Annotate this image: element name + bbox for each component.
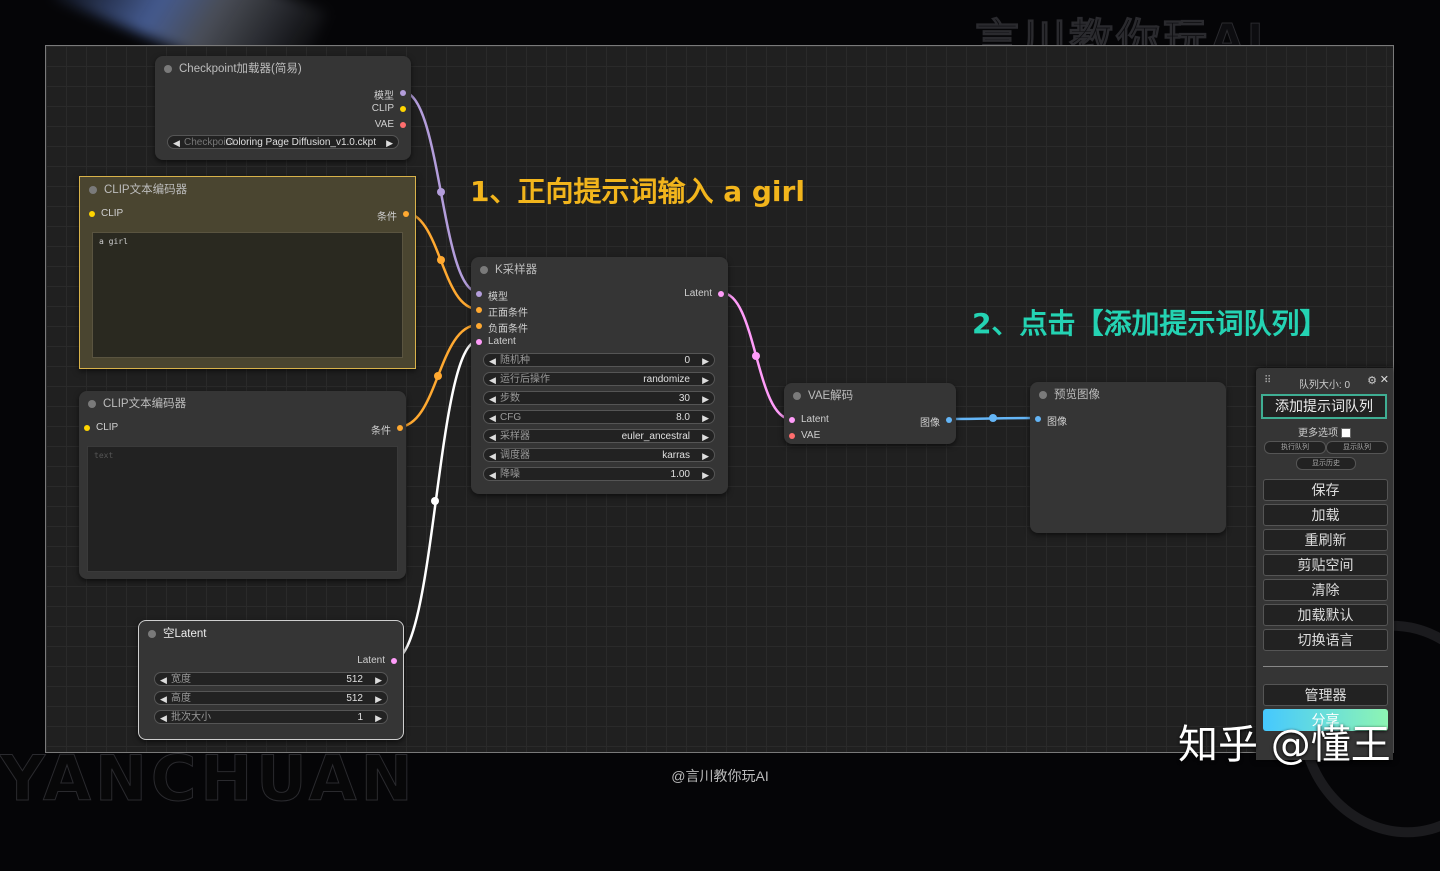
refresh-button[interactable]: 重刷新 [1263, 529, 1388, 551]
view-queue-button[interactable]: 显示队列 [1326, 441, 1388, 454]
save-button[interactable]: 保存 [1263, 479, 1388, 501]
output-conditioning[interactable]: 条件 [377, 208, 409, 223]
view-history-button[interactable]: 显示历史 [1296, 457, 1356, 470]
node-title: Checkpoint加载器(简易) [155, 56, 411, 82]
widget-steps[interactable]: ◀ 步数 30 ▶ [483, 391, 715, 405]
input-clip[interactable]: CLIP [82, 422, 118, 433]
switch-language-button[interactable]: 切换语言 [1263, 629, 1388, 651]
widget-width[interactable]: ◀ 宽度 512 ▶ [154, 672, 388, 686]
node-title: CLIP文本编码器 [80, 177, 415, 203]
input-clip[interactable]: CLIP [87, 208, 123, 219]
zhihu-watermark: 知乎 @懂王 [1178, 722, 1391, 768]
input-positive[interactable]: 正面条件 [474, 304, 528, 319]
gear-icon[interactable]: ⚙ [1367, 374, 1377, 387]
widget-scheduler[interactable]: ◀ 调度器 karras ▶ [483, 448, 715, 462]
node-title: CLIP文本编码器 [79, 391, 406, 417]
node-vae-decode[interactable]: VAE解码 Latent VAE 图像 [784, 383, 956, 444]
node-title: 空Latent [139, 621, 403, 647]
node-empty-latent[interactable]: 空Latent Latent ◀ 宽度 512 ▶ ◀ 高度 512 ▶ ◀ 批次大小 1 ▶ [138, 620, 404, 740]
output-latent[interactable]: Latent [357, 655, 397, 666]
input-image[interactable]: 图像 [1033, 413, 1067, 428]
annotation-step2: 2、点击【添加提示词队列】 [972, 307, 1328, 340]
divider [1263, 666, 1388, 667]
widget-batch-size[interactable]: ◀ 批次大小 1 ▶ [154, 710, 388, 724]
node-ksampler[interactable]: K采样器 模型 正面条件 负面条件 Latent Latent ◀ 随机种 0 ▶ ◀… [471, 257, 728, 494]
node-clip-text-encode-negative[interactable]: CLIP文本编码器 CLIP 条件 text [79, 391, 406, 579]
view-queue-run-button[interactable]: 执行队列 [1264, 441, 1326, 454]
node-title: 预览图像 [1030, 382, 1226, 408]
prompt-textarea[interactable]: text [87, 446, 398, 572]
widget-height[interactable]: ◀ 高度 512 ▶ [154, 691, 388, 705]
node-title: VAE解码 [784, 383, 956, 409]
arrow-left-icon[interactable]: ◀ [173, 136, 180, 150]
node-title: K采样器 [471, 257, 728, 283]
widget-sampler[interactable]: ◀ 采样器 euler_ancestral ▶ [483, 429, 715, 443]
input-model[interactable]: 模型 [474, 288, 508, 303]
output-image[interactable]: 图像 [920, 414, 952, 429]
output-latent[interactable]: Latent [684, 288, 724, 299]
queue-prompt-button[interactable]: 添加提示词队列 [1261, 394, 1387, 419]
side-menu: ⠿ 队列大小: 0 ⚙ ✕ 添加提示词队列 更多选项 执行队列 显示队列 显示历… [1256, 368, 1393, 760]
input-latent[interactable]: Latent [787, 414, 829, 425]
load-button[interactable]: 加载 [1263, 504, 1388, 526]
widget-seed[interactable]: ◀ 随机种 0 ▶ [483, 353, 715, 367]
checkbox[interactable] [1341, 428, 1351, 439]
manager-button[interactable]: 管理器 [1263, 684, 1388, 706]
prompt-textarea[interactable]: a girl [92, 232, 403, 358]
node-clip-text-encode-positive[interactable]: CLIP文本编码器 CLIP 条件 a girl [79, 176, 416, 369]
input-vae[interactable]: VAE [787, 430, 820, 441]
annotation-step1: 1、正向提示词输入 a girl [470, 175, 805, 208]
output-vae[interactable]: VAE [375, 119, 406, 130]
input-latent[interactable]: Latent [474, 336, 516, 347]
load-default-button[interactable]: 加载默认 [1263, 604, 1388, 626]
node-checkpoint-loader[interactable]: Checkpoint加载器(简易) 模型 CLIP VAE ◀ Checkpoi… [155, 56, 411, 160]
collapse-dot-icon[interactable] [164, 65, 172, 73]
output-model[interactable]: 模型 [374, 87, 406, 102]
credit-text: @言川教你玩AI [671, 768, 769, 784]
more-options-toggle[interactable]: 更多选项 [1256, 424, 1393, 439]
workflow-canvas[interactable]: Checkpoint加载器(简易) 模型 CLIP VAE ◀ Checkpoi… [45, 45, 1394, 753]
widget-control-after-generate[interactable]: ◀ 运行后操作 randomize ▶ [483, 372, 715, 386]
widget-denoise[interactable]: ◀ 降噪 1.00 ▶ [483, 467, 715, 481]
widget-cfg[interactable]: ◀ CFG 8.0 ▶ [483, 410, 715, 424]
checkpoint-select[interactable]: ◀ Checkpoint Coloring Page Diffusion_v1.… [167, 135, 399, 149]
close-icon[interactable]: ✕ [1380, 373, 1389, 386]
input-negative[interactable]: 负面条件 [474, 320, 528, 335]
arrow-right-icon[interactable]: ▶ [386, 136, 393, 150]
output-conditioning[interactable]: 条件 [371, 422, 403, 437]
clear-button[interactable]: 清除 [1263, 579, 1388, 601]
output-clip[interactable]: CLIP [372, 103, 406, 114]
clipspace-button[interactable]: 剪贴空间 [1263, 554, 1388, 576]
node-preview-image[interactable]: 预览图像 图像 [1030, 382, 1226, 533]
